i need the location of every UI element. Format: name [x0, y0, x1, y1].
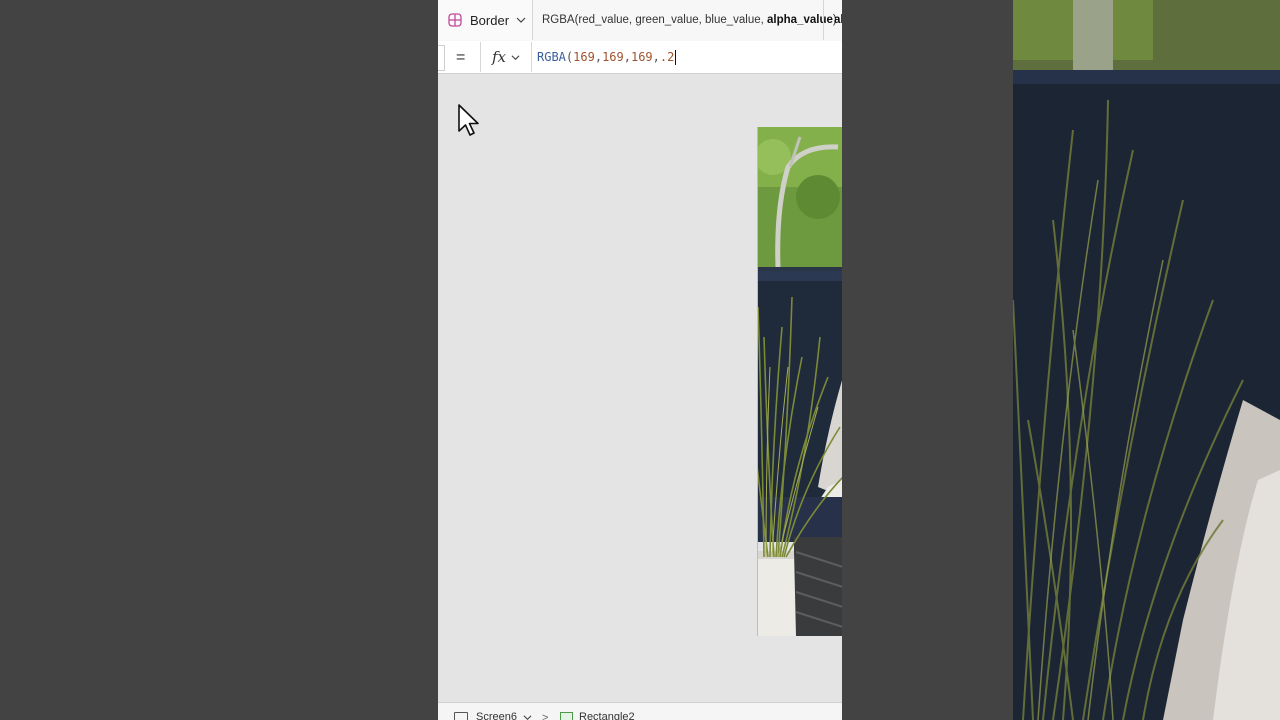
screen-breadcrumb[interactable]: Screen6 — [454, 711, 532, 720]
fx-button[interactable]: fx — [480, 42, 532, 72]
property-dropdown[interactable]: Border — [438, 0, 533, 40]
screen-icon — [454, 711, 468, 720]
rectangle-icon — [560, 711, 573, 720]
property-dropdown-edge[interactable] — [438, 45, 445, 71]
formula-alpha-token: .2 — [659, 50, 675, 64]
design-canvas[interactable] — [438, 74, 842, 702]
formula-comma-token: , — [652, 50, 660, 64]
formula-input[interactable]: RGBA(169,169,169,.2 — [537, 41, 677, 73]
formula-comma-token: , — [623, 50, 631, 64]
control-breadcrumb[interactable]: Rectangle2 — [560, 711, 635, 720]
control-name: Rectangle2 — [579, 711, 635, 720]
text-caret — [675, 50, 677, 65]
chevron-down-icon — [523, 714, 532, 720]
breadcrumb-bar: Screen6 > Rectangle2 — [438, 702, 842, 720]
signature-prefix: RGBA(red_value, green_value, blue_value, — [542, 14, 768, 26]
screen-name: Screen6 — [476, 711, 517, 720]
chevron-down-icon — [511, 54, 520, 60]
breadcrumb-separator: > — [542, 712, 549, 720]
formula-comma-token: , — [594, 50, 603, 64]
formula-blue-token: 169 — [630, 50, 653, 64]
hint-divider — [823, 0, 824, 40]
formula-function-token: RGBA — [537, 50, 566, 64]
property-name: Border — [470, 12, 510, 28]
next-signature-hint[interactable]: al — [834, 0, 842, 40]
power-apps-studio: Border RGBA(red_value, green_value, blue… — [438, 0, 842, 720]
background-photo — [1013, 0, 1280, 720]
function-signature-hint: RGBA(red_value, green_value, blue_value,… — [542, 0, 837, 40]
fx-icon: fx — [491, 48, 506, 66]
photo-icon — [758, 127, 842, 636]
property-grid-icon — [448, 13, 462, 27]
equals-sign: = — [456, 49, 466, 66]
formula-bar: = fx RGBA(169,169,169,.2 — [438, 41, 842, 74]
formula-red-token: 169 — [573, 50, 595, 64]
mouse-pointer-icon — [458, 104, 479, 136]
chevron-down-icon — [516, 17, 526, 23]
property-bar: Border RGBA(red_value, green_value, blue… — [438, 0, 842, 42]
image-control[interactable] — [757, 127, 842, 636]
formula-green-token: 169 — [602, 50, 624, 64]
